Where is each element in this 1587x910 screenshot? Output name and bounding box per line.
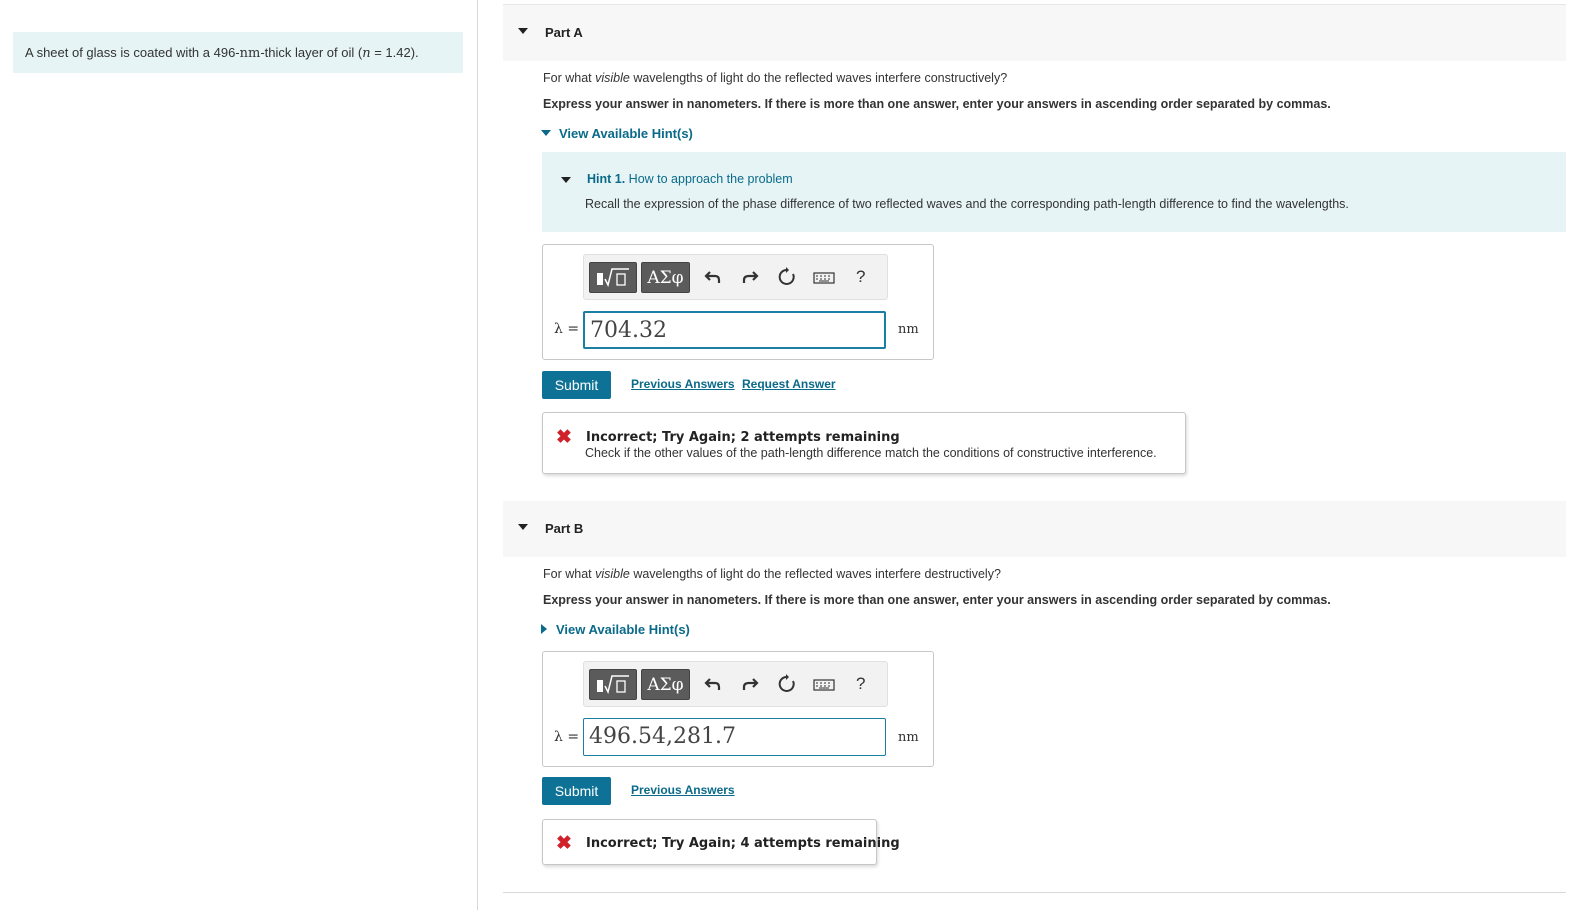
- answer-unit: nm: [898, 322, 919, 337]
- part-b-question-em: visible: [595, 567, 630, 581]
- answer-input[interactable]: 704.32: [583, 311, 886, 349]
- part-b-feedback: ✖ Incorrect; Try Again; 4 attempts remai…: [542, 819, 900, 865]
- answer-unit: nm: [898, 730, 919, 745]
- reset-icon[interactable]: [777, 674, 797, 694]
- reset-icon[interactable]: [777, 267, 797, 287]
- part-a-instruction: Express your answer in nanometers. If th…: [543, 97, 1331, 111]
- collapse-triangle-icon[interactable]: [518, 524, 528, 530]
- part-b-question: For what visible wavelengths of light do…: [543, 567, 1001, 581]
- part-b-instruction: Express your answer in nanometers. If th…: [543, 593, 1331, 607]
- part-a-question: For what visible wavelengths of light do…: [543, 71, 1007, 85]
- problem-panel: A sheet of glass is coated with a 496-nm…: [0, 0, 478, 910]
- feedback-title: Incorrect; Try Again; 2 attempts remaini…: [586, 430, 900, 445]
- part-a-answer-box: ΑΣφ ? λ = 704.32 nm: [542, 244, 934, 360]
- part-a-title: Part A: [545, 25, 583, 40]
- problem-text-mid: -thick layer of oil (: [260, 45, 363, 60]
- part-b-hint-toggle[interactable]: View Available Hint(s): [541, 622, 690, 637]
- problem-text-pre: A sheet of glass is coated with a 496-: [25, 45, 240, 60]
- chevron-down-icon: [541, 130, 551, 136]
- problem-statement: A sheet of glass is coated with a 496-nm…: [13, 32, 463, 73]
- part-b-question-pre: For what: [543, 567, 596, 581]
- templates-icon: [597, 674, 629, 694]
- problem-var: n: [362, 46, 371, 61]
- part-b-hint-toggle-label: View Available Hint(s): [556, 622, 690, 637]
- hint-title[interactable]: Hint 1. How to approach the problem: [587, 172, 793, 186]
- redo-icon[interactable]: [740, 674, 760, 694]
- previous-answers-link[interactable]: Previous Answers: [631, 377, 735, 391]
- templates-button[interactable]: [589, 262, 637, 293]
- hint-collapse-triangle-icon[interactable]: [561, 177, 571, 183]
- answer-input[interactable]: 496.54,281.7: [583, 718, 886, 756]
- collapse-triangle-icon[interactable]: [518, 28, 528, 34]
- part-b-title: Part B: [545, 521, 584, 536]
- hint-body: Recall the expression of the phase diffe…: [585, 197, 1349, 211]
- previous-answers-link[interactable]: Previous Answers: [631, 783, 735, 797]
- error-x-icon: ✖: [556, 427, 572, 448]
- problem-text-post: = 1.42).: [370, 45, 419, 60]
- part-a-hint-toggle[interactable]: View Available Hint(s): [541, 126, 693, 141]
- undo-icon[interactable]: [703, 674, 723, 694]
- error-x-icon: ✖: [556, 833, 572, 854]
- math-toolbar: ΑΣφ ?: [583, 661, 888, 707]
- symbols-button[interactable]: ΑΣφ: [641, 669, 690, 700]
- help-button[interactable]: ?: [856, 674, 865, 694]
- keyboard-icon[interactable]: [813, 674, 835, 694]
- part-a-question-post: wavelengths of light do the reflected wa…: [629, 71, 1008, 85]
- hint-number: Hint 1.: [587, 172, 626, 186]
- math-toolbar: ΑΣφ ?: [583, 254, 888, 300]
- part-a-question-pre: For what: [543, 71, 596, 85]
- templates-icon: [597, 267, 629, 287]
- feedback-title: Incorrect; Try Again; 4 attempts remaini…: [586, 836, 900, 851]
- part-b-answer-box: ΑΣφ ? λ = 496.54,281.7 nm: [542, 651, 934, 767]
- part-a-hint-box: Hint 1. How to approach the problem Reca…: [542, 152, 1566, 232]
- request-answer-link[interactable]: Request Answer: [742, 377, 836, 391]
- feedback-body: Check if the other values of the path-le…: [585, 446, 1157, 460]
- answer-label: λ =: [554, 729, 580, 745]
- submit-button[interactable]: Submit: [542, 777, 611, 805]
- part-a-hint-toggle-label: View Available Hint(s): [559, 126, 693, 141]
- redo-icon[interactable]: [740, 267, 760, 287]
- hint-title-text: How to approach the problem: [625, 172, 793, 186]
- symbols-button[interactable]: ΑΣφ: [641, 262, 690, 293]
- part-b-question-post: wavelengths of light do the reflected wa…: [629, 567, 1001, 581]
- bottom-divider: [503, 892, 1566, 893]
- part-a-feedback: ✖ Incorrect; Try Again; 2 attempts remai…: [542, 412, 1186, 474]
- undo-icon[interactable]: [703, 267, 723, 287]
- part-a-question-em: visible: [595, 71, 630, 85]
- submit-button[interactable]: Submit: [542, 371, 611, 399]
- part-b-header[interactable]: Part B: [503, 501, 1566, 557]
- keyboard-icon[interactable]: [813, 267, 835, 287]
- chevron-right-icon: [541, 624, 547, 634]
- templates-button[interactable]: [589, 669, 637, 700]
- problem-unit: nm: [239, 46, 261, 61]
- part-a-header[interactable]: Part A: [503, 5, 1566, 61]
- answer-label: λ =: [554, 321, 580, 337]
- help-button[interactable]: ?: [856, 267, 865, 287]
